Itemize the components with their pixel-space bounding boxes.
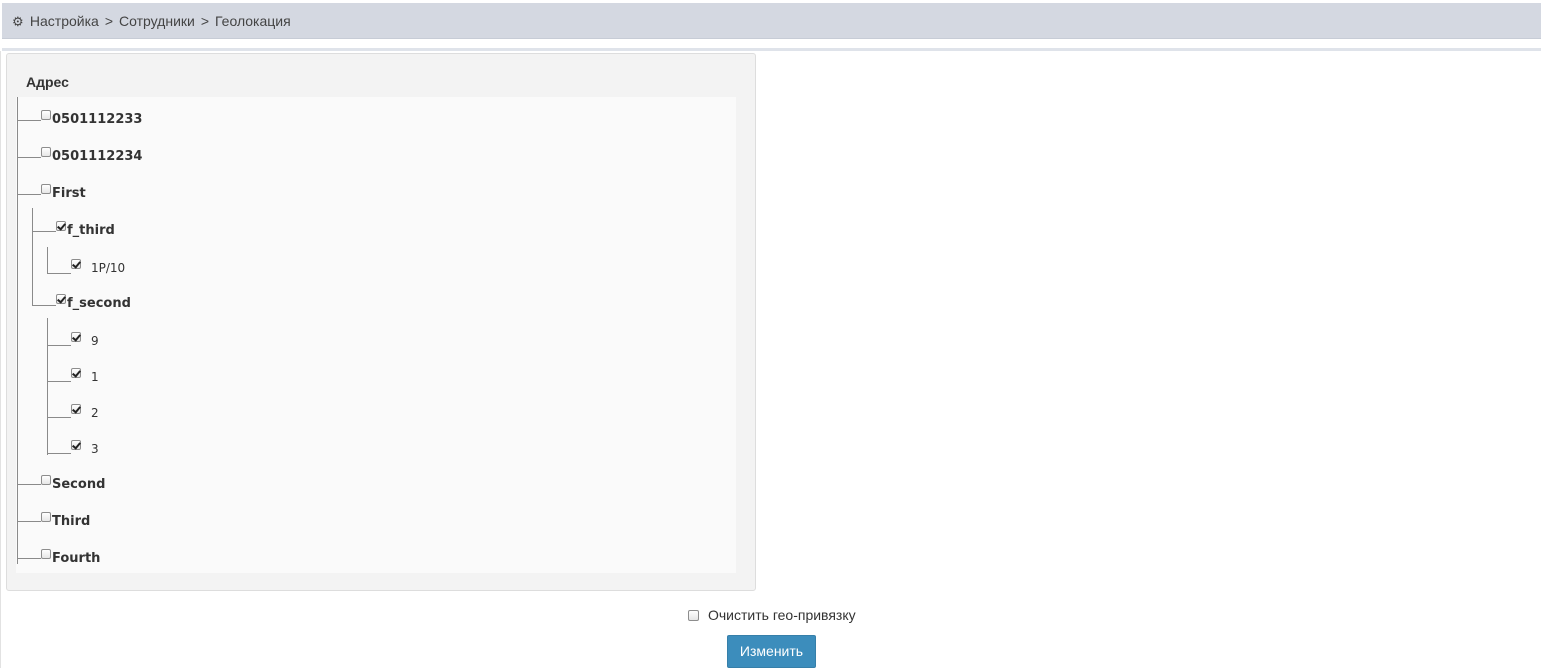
panel-title: Адрес (26, 74, 69, 90)
tree-connector (17, 484, 41, 485)
clear-geo-binding-row: Очистить гео-привязку (688, 606, 856, 624)
tree-connector (47, 273, 71, 274)
tree-checkbox[interactable] (41, 549, 51, 559)
address-tree: 0501112233 0501112234 First f_third 1P/1… (16, 97, 736, 573)
breadcrumb: ⚙ Настройка > Сотрудники > Геолокация (2, 3, 1541, 39)
breadcrumb-item-employees[interactable]: Сотрудники (119, 13, 195, 29)
tree-item-label[interactable]: 9 (91, 334, 99, 348)
tree-connector (17, 120, 41, 121)
tree-item-label[interactable]: Second (52, 477, 105, 492)
tree-item-label[interactable]: f_third (67, 223, 115, 238)
tree-item-2: 2 (71, 404, 99, 422)
tree-connector (47, 247, 48, 274)
tree-connector (17, 157, 41, 158)
gear-icon: ⚙ (12, 14, 24, 29)
tree-item-second: Second (41, 475, 105, 493)
tree-checkbox[interactable] (56, 221, 66, 231)
tree-item-label[interactable]: f_second (67, 296, 131, 311)
tree-item-1p-10: 1P/10 (71, 259, 125, 277)
tree-item-third: Third (41, 512, 90, 530)
tree-connector (47, 345, 71, 346)
tree-checkbox[interactable] (71, 332, 81, 342)
tree-connector (32, 208, 33, 306)
tree-checkbox[interactable] (71, 404, 81, 414)
breadcrumb-item-geolocation: Геолокация (215, 13, 291, 29)
tree-connector (47, 318, 48, 455)
tree-item-3: 3 (71, 440, 99, 458)
tree-item-f-second: f_second (56, 294, 131, 312)
breadcrumb-separator: > (104, 13, 113, 29)
tree-connector (17, 97, 18, 564)
tree-item-label[interactable]: Fourth (52, 551, 100, 566)
tree-item-0501112234: 0501112234 (41, 147, 142, 165)
tree-item-0501112233: 0501112233 (41, 110, 142, 128)
tree-item-1: 1 (71, 368, 99, 386)
tree-item-label[interactable]: 1 (91, 370, 99, 384)
tree-connector (32, 231, 56, 232)
tree-checkbox[interactable] (56, 294, 66, 304)
tree-item-fourth: Fourth (41, 549, 100, 567)
tree-item-label[interactable]: First (52, 186, 86, 201)
header-divider (2, 48, 1541, 51)
tree-connector (47, 453, 71, 454)
tree-connector (17, 558, 41, 559)
tree-connector (17, 194, 41, 195)
tree-item-label[interactable]: Third (52, 514, 90, 529)
breadcrumb-separator: > (200, 13, 210, 29)
tree-checkbox[interactable] (41, 475, 51, 485)
tree-checkbox[interactable] (71, 368, 81, 378)
tree-item-label[interactable]: 0501112234 (52, 149, 142, 164)
change-button[interactable]: Изменить (727, 635, 816, 668)
tree-connector (32, 305, 56, 306)
tree-connector (47, 417, 71, 418)
tree-checkbox[interactable] (41, 110, 51, 120)
tree-item-label[interactable]: 1P/10 (91, 261, 125, 275)
tree-connector (17, 521, 41, 522)
tree-checkbox[interactable] (41, 512, 51, 522)
tree-checkbox[interactable] (71, 259, 81, 269)
tree-checkbox[interactable] (41, 147, 51, 157)
tree-item-f-third: f_third (56, 221, 115, 239)
tree-item-label[interactable]: 0501112233 (52, 112, 142, 127)
tree-checkbox[interactable] (41, 184, 51, 194)
content-left-border (0, 51, 1, 668)
breadcrumb-item-settings[interactable]: Настройка (30, 13, 99, 29)
tree-item-first: First (41, 184, 86, 202)
tree-item-label[interactable]: 3 (91, 442, 99, 456)
tree-item-label[interactable]: 2 (91, 406, 99, 420)
tree-item-9: 9 (71, 332, 99, 350)
clear-geo-binding-checkbox[interactable] (688, 609, 699, 621)
clear-geo-binding-label[interactable]: Очистить гео-привязку (708, 607, 856, 623)
tree-checkbox[interactable] (71, 440, 81, 450)
tree-connector (47, 381, 71, 382)
